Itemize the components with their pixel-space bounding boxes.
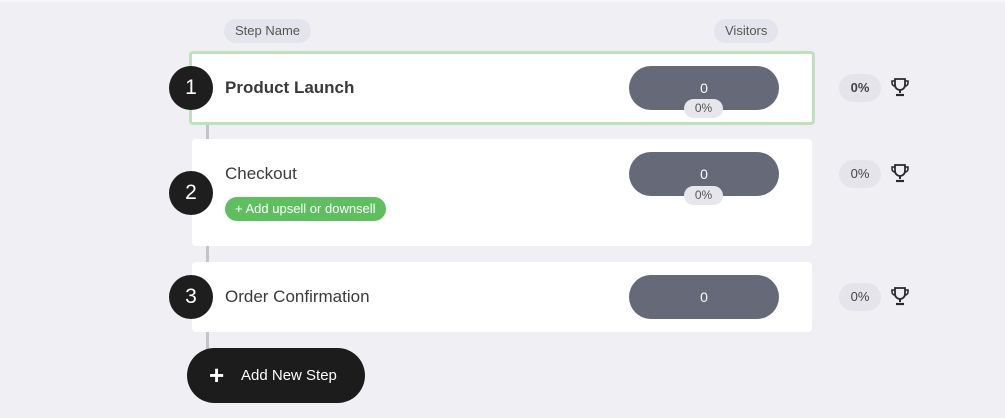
plus-icon: + [209, 360, 225, 390]
conversion-badge: 0% [684, 186, 723, 205]
step-number-badge: 3 [169, 275, 213, 319]
conversion-badge: 0% [684, 99, 723, 118]
add-new-step-button[interactable]: + Add New Step [187, 348, 365, 403]
conversion-rate: 0% [839, 283, 881, 311]
trophy-icon[interactable] [890, 286, 910, 306]
step-name[interactable]: Order Confirmation [225, 287, 370, 307]
column-header-visitors: Visitors [714, 19, 779, 43]
add-upsell-downsell-button[interactable]: + Add upsell or downsell [225, 197, 386, 221]
step-number-badge: 1 [169, 66, 213, 110]
conversion-rate: 0% [839, 160, 881, 188]
step-connector [206, 331, 209, 349]
step-number-badge: 2 [169, 171, 213, 215]
step-name[interactable]: Product Launch [225, 78, 354, 98]
trophy-icon[interactable] [890, 77, 910, 97]
conversion-rate: 0% [839, 74, 881, 102]
column-header-step-name: Step Name [224, 19, 312, 43]
add-new-step-label: Add New Step [241, 367, 337, 384]
visitors-count: 0 [629, 275, 779, 319]
trophy-icon[interactable] [890, 163, 910, 183]
step-connector [206, 124, 209, 140]
step-connector [206, 245, 209, 263]
top-strip [0, 0, 1005, 2]
step-name[interactable]: Checkout [225, 164, 297, 184]
